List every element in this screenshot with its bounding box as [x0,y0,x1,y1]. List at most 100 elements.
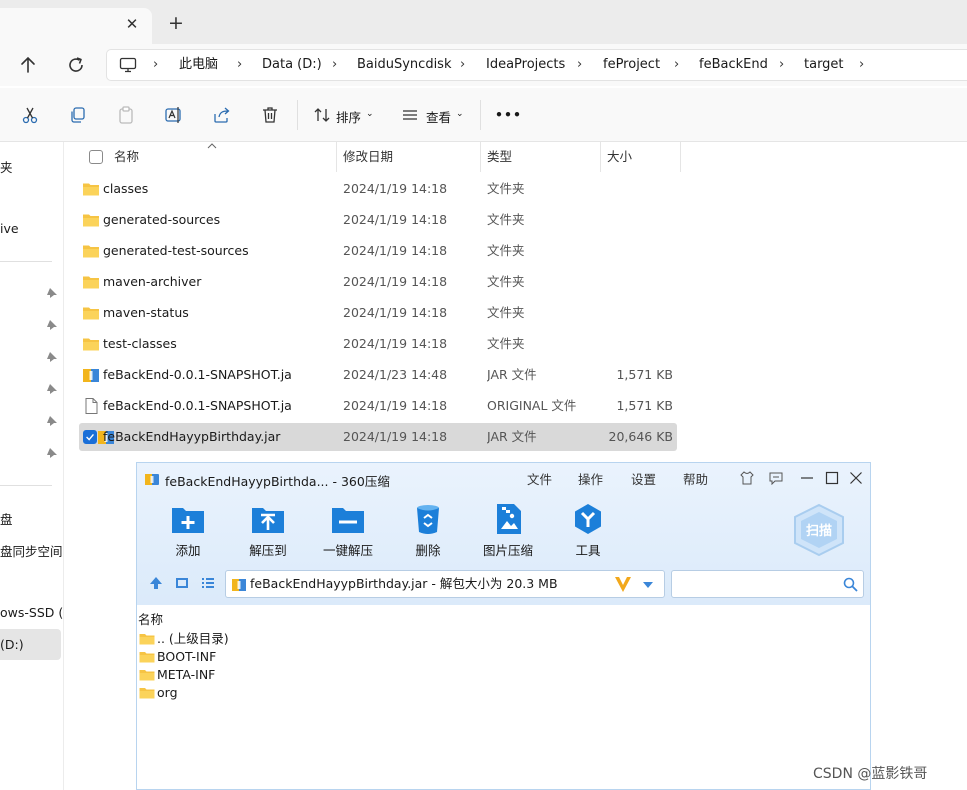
sidebar-item-label[interactable]: ive [0,221,19,236]
tools-button[interactable]: 工具 [553,503,623,559]
chevron-right-icon[interactable]: › [460,50,465,80]
address-bar[interactable]: › 此电脑 › Data (D:) › BaiduSyncdisk › Idea… [106,49,967,81]
chevron-right-icon[interactable]: › [153,50,158,80]
sort-button[interactable]: 排序 [336,107,361,126]
column-header-modified[interactable]: 修改日期 [343,142,393,172]
pin-icon[interactable] [46,351,58,363]
menu-operation[interactable]: 操作 [578,469,603,488]
up-level-icon[interactable] [149,576,163,590]
pin-icon[interactable] [46,447,58,459]
sidebar-item-label[interactable]: ows-SSD (C [0,605,72,620]
column-header-size[interactable]: 大小 [607,142,632,172]
column-divider[interactable] [480,142,481,172]
column-header-type[interactable]: 类型 [487,142,512,172]
breadcrumb-baidusyncdisk[interactable]: BaiduSyncdisk [357,50,452,80]
archive-entry[interactable]: META-INF [139,666,215,684]
chevron-right-icon[interactable]: › [779,50,784,80]
chevron-down-icon[interactable]: ⌄ [366,109,374,119]
file-row[interactable]: feBackEnd-0.0.1-SNAPSHOT.jar.ori... 2024/… [79,392,677,420]
file-row[interactable]: test-classes 2024/1/19 14:18 文件夹 [79,330,677,358]
rename-icon[interactable] [164,105,184,125]
file-row[interactable]: generated-test-sources 2024/1/19 14:18 文件夹 [79,237,677,265]
pin-icon[interactable] [46,415,58,427]
file-name[interactable]: feBackEndHayypBirthday.jar [103,423,293,451]
pin-icon[interactable] [46,287,58,299]
view-icon[interactable] [400,105,420,125]
chevron-right-icon[interactable]: › [674,50,679,80]
file-row[interactable]: maven-status 2024/1/19 14:18 文件夹 [79,299,677,327]
file-name[interactable]: feBackEnd-0.0.1-SNAPSHOT.jar.ori... [103,392,293,420]
breadcrumb-target[interactable]: target [804,50,844,80]
archive-entry[interactable]: .. (上级目录) [139,630,229,648]
file-row[interactable]: feBackEndHayypBirthday.jar 2024/1/19 14:1… [79,423,677,451]
tab-close-button[interactable]: ✕ [122,14,142,34]
file-name[interactable]: maven-archiver [103,268,293,296]
chevron-right-icon[interactable]: › [332,50,337,80]
cut-icon[interactable] [20,105,40,125]
list-view-icon[interactable] [201,576,215,590]
chevron-right-icon[interactable]: › [859,50,864,80]
file-row[interactable]: feBackEnd-0.0.1-SNAPSHOT.jar 2024/1/23 14… [79,361,677,389]
column-divider[interactable] [600,142,601,172]
chevron-down-icon[interactable]: ⌄ [456,109,464,119]
minimize-icon[interactable] [800,471,814,485]
v-logo-icon[interactable] [614,576,632,593]
breadcrumb-this-pc[interactable]: 此电脑 [179,50,218,80]
copy-icon[interactable] [68,105,88,125]
chevron-right-icon[interactable]: › [237,50,242,80]
column-divider[interactable] [680,142,681,172]
delete-icon[interactable] [260,105,280,125]
dropdown-arrow-icon[interactable] [642,581,654,589]
file-row[interactable]: generated-sources 2024/1/19 14:18 文件夹 [79,206,677,234]
extract-to-button[interactable]: 解压到 [233,503,303,559]
file-name[interactable]: generated-sources [103,206,293,234]
view-button[interactable]: 查看 [426,107,451,126]
more-options-button[interactable]: ••• [495,107,522,122]
file-name[interactable]: classes [103,175,293,203]
row-checkbox[interactable] [83,430,97,444]
sidebar-item-label[interactable]: 盘 [0,509,13,528]
feedback-icon[interactable] [769,471,783,485]
image-compress-button[interactable]: 图片压缩 [473,503,543,559]
archive-column-header-name[interactable]: 名称 [138,609,163,628]
pin-icon[interactable] [46,383,58,395]
maximize-icon[interactable] [825,471,839,485]
add-button[interactable]: 添加 [153,503,223,559]
file-name[interactable]: feBackEnd-0.0.1-SNAPSHOT.jar [103,361,293,389]
delete-archive-item-button[interactable]: 删除 [393,503,463,559]
column-header-name[interactable]: 名称 [114,142,139,172]
menu-help[interactable]: 帮助 [683,469,708,488]
sidebar-item-label[interactable]: (D:) [0,637,24,652]
pin-icon[interactable] [46,319,58,331]
share-icon[interactable] [212,105,232,125]
breadcrumb-ideaprojects[interactable]: IdeaProjects [486,50,565,80]
close-icon[interactable] [849,471,863,485]
sort-icon[interactable] [312,105,332,125]
file-name[interactable]: test-classes [103,330,293,358]
new-tab-button[interactable]: + [165,12,187,34]
archive-entry[interactable]: org [139,684,178,702]
up-arrow-icon[interactable] [16,53,40,77]
paste-icon[interactable] [116,105,136,125]
file-name[interactable]: generated-test-sources [103,237,293,265]
skin-icon[interactable] [740,471,754,485]
file-row[interactable]: classes 2024/1/19 14:18 文件夹 [79,175,677,203]
sidebar-item-label[interactable]: 夹 [0,157,13,176]
file-row[interactable]: maven-archiver 2024/1/19 14:18 文件夹 [79,268,677,296]
breadcrumb-drive-d[interactable]: Data (D:) [262,50,322,80]
archive-search-field[interactable] [671,570,864,598]
search-icon[interactable] [843,577,858,592]
menu-file[interactable]: 文件 [527,469,552,488]
archive-path-field[interactable]: feBackEndHayypBirthday.jar - 解包大小为 20.3 … [225,570,665,598]
thumbnail-view-icon[interactable] [175,576,189,590]
scan-button[interactable]: 扫描 [789,503,849,557]
one-click-extract-button[interactable]: 一键解压 [313,503,383,559]
menu-settings[interactable]: 设置 [631,469,656,488]
breadcrumb-febackend[interactable]: feBackEnd [699,50,768,80]
chevron-right-icon[interactable]: › [577,50,582,80]
explorer-tab[interactable]: ✕ [0,8,152,44]
archive-entry[interactable]: BOOT-INF [139,648,216,666]
file-name[interactable]: maven-status [103,299,293,327]
sidebar-item-label[interactable]: 盘同步空间 [0,541,63,560]
select-all-checkbox[interactable] [89,150,103,164]
